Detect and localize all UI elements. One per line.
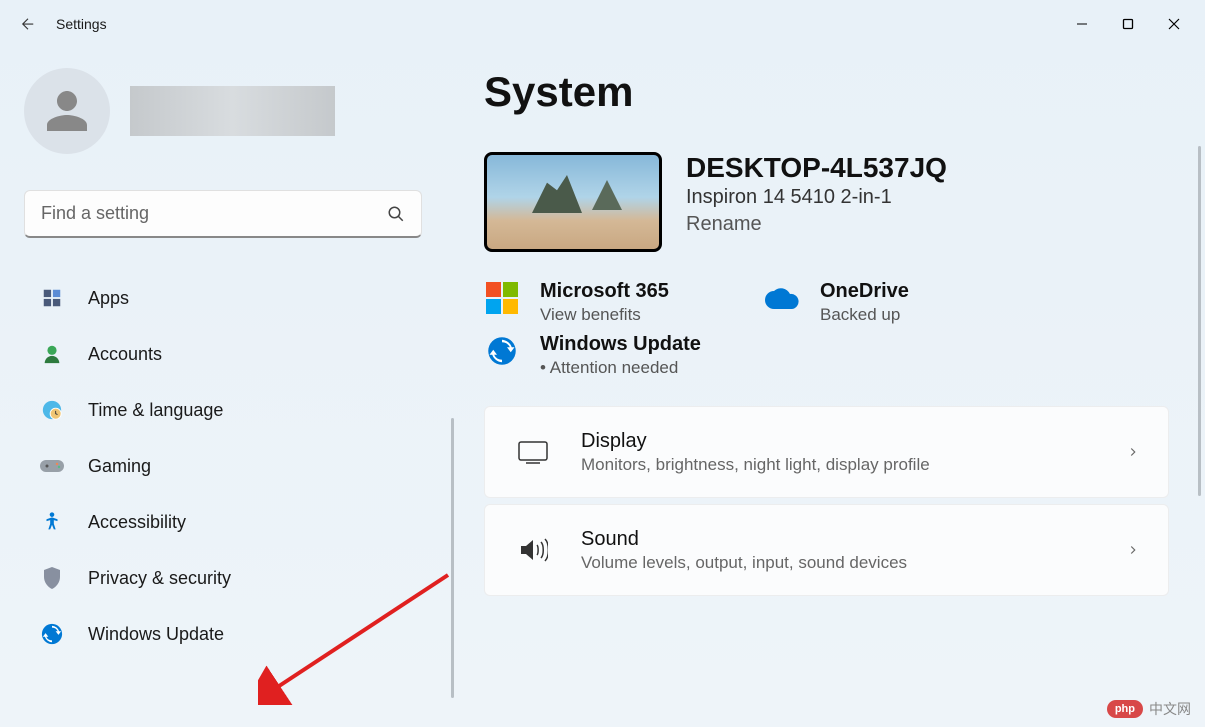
status-subtitle: Attention needed [540, 358, 701, 378]
sidebar-item-label: Accounts [88, 344, 162, 365]
rename-link[interactable]: Rename [686, 213, 762, 236]
time-language-icon [40, 398, 64, 422]
main-content: System DESKTOP-4L537JQ Inspiron 14 5410 … [460, 48, 1205, 727]
setting-card-display[interactable]: Display Monitors, brightness, night ligh… [484, 406, 1169, 498]
sidebar-item-label: Windows Update [88, 624, 224, 645]
card-subtitle: Volume levels, output, input, sound devi… [581, 553, 1126, 573]
update-icon [484, 333, 520, 369]
main-scrollbar[interactable] [1198, 146, 1201, 496]
sidebar-item-gaming[interactable]: Gaming [24, 438, 436, 494]
minimize-icon [1076, 18, 1088, 30]
status-grid: Microsoft 365 View benefits OneDrive Bac… [484, 280, 1044, 378]
close-button[interactable] [1151, 8, 1197, 40]
window-controls [1059, 8, 1197, 40]
sidebar-item-windows-update[interactable]: Windows Update [24, 606, 436, 662]
status-title: OneDrive [820, 280, 909, 303]
display-icon [513, 432, 553, 472]
status-title: Windows Update [540, 333, 701, 356]
sidebar: Apps Accounts Time & language Gaming [0, 48, 460, 727]
device-info-section: DESKTOP-4L537JQ Inspiron 14 5410 2-in-1 … [484, 152, 1169, 252]
status-subtitle: View benefits [540, 305, 669, 325]
person-icon [43, 87, 91, 135]
sidebar-item-label: Apps [88, 288, 129, 309]
arrow-left-icon [19, 15, 37, 33]
sound-icon [513, 530, 553, 570]
accounts-icon [40, 342, 64, 366]
search-box[interactable] [24, 190, 422, 238]
avatar [24, 68, 110, 154]
accessibility-icon [40, 510, 64, 534]
sidebar-item-apps[interactable]: Apps [24, 270, 436, 326]
status-title: Microsoft 365 [540, 280, 669, 303]
profile-section[interactable] [24, 68, 436, 154]
back-button[interactable] [8, 4, 48, 44]
apps-icon [40, 286, 64, 310]
titlebar: Settings [0, 0, 1205, 48]
shield-icon [40, 566, 64, 590]
app-title: Settings [56, 16, 107, 32]
settings-list: Display Monitors, brightness, night ligh… [484, 406, 1169, 596]
sidebar-item-privacy-security[interactable]: Privacy & security [24, 550, 436, 606]
gaming-icon [40, 454, 64, 478]
microsoft-logo-icon [484, 280, 520, 316]
page-title: System [484, 68, 1169, 116]
card-subtitle: Monitors, brightness, night light, displ… [581, 455, 1126, 475]
setting-card-sound[interactable]: Sound Volume levels, output, input, soun… [484, 504, 1169, 596]
sidebar-item-label: Time & language [88, 400, 223, 421]
device-model: Inspiron 14 5410 2-in-1 [686, 186, 947, 209]
search-input[interactable] [41, 203, 387, 224]
sidebar-item-label: Privacy & security [88, 568, 231, 589]
update-icon [40, 622, 64, 646]
sidebar-item-time-language[interactable]: Time & language [24, 382, 436, 438]
watermark: php 中文网 [1107, 699, 1191, 719]
card-title: Sound [581, 528, 1126, 551]
nav-list: Apps Accounts Time & language Gaming [24, 270, 436, 662]
maximize-icon [1122, 18, 1134, 30]
watermark-badge: php [1107, 700, 1143, 718]
maximize-button[interactable] [1105, 8, 1151, 40]
device-wallpaper-thumbnail[interactable] [484, 152, 662, 252]
card-title: Display [581, 430, 1126, 453]
status-microsoft-365[interactable]: Microsoft 365 View benefits [484, 280, 764, 325]
sidebar-item-label: Accessibility [88, 512, 186, 533]
sidebar-item-accounts[interactable]: Accounts [24, 326, 436, 382]
close-icon [1168, 18, 1180, 30]
status-subtitle: Backed up [820, 305, 909, 325]
device-name: DESKTOP-4L537JQ [686, 152, 947, 184]
username-placeholder [130, 86, 335, 136]
sidebar-item-accessibility[interactable]: Accessibility [24, 494, 436, 550]
status-onedrive[interactable]: OneDrive Backed up [764, 280, 1044, 325]
sidebar-item-label: Gaming [88, 456, 151, 477]
search-icon [387, 205, 405, 223]
status-windows-update[interactable]: Windows Update Attention needed [484, 333, 764, 378]
sidebar-scrollbar[interactable] [451, 418, 454, 698]
chevron-right-icon [1126, 445, 1140, 459]
watermark-text: 中文网 [1149, 699, 1191, 719]
chevron-right-icon [1126, 543, 1140, 557]
minimize-button[interactable] [1059, 8, 1105, 40]
onedrive-icon [764, 280, 800, 316]
